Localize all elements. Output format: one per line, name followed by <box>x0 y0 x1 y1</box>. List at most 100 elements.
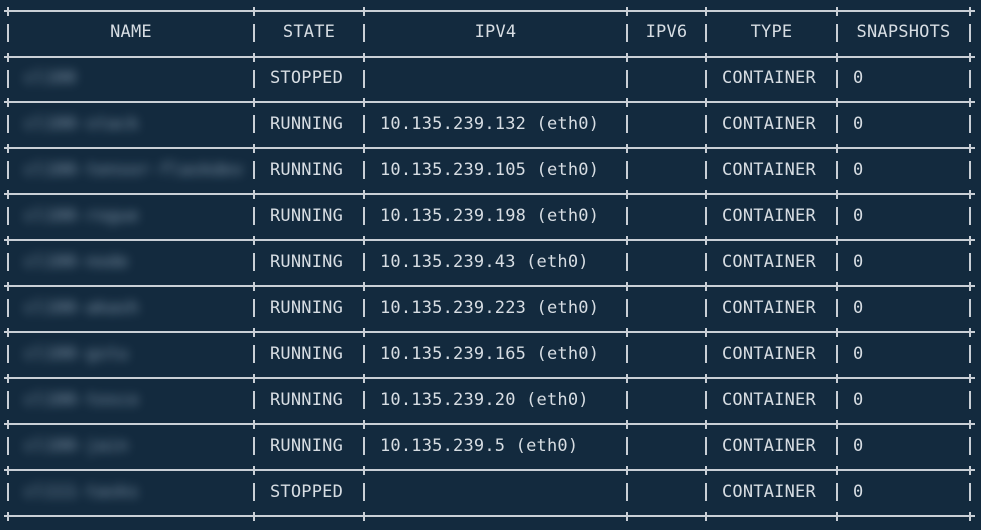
table-column-divider <box>705 391 707 409</box>
table-border-junction <box>623 328 632 337</box>
table-border-junction <box>250 190 259 199</box>
table-column-divider <box>363 299 365 317</box>
state-cell: RUNNING <box>270 114 344 134</box>
table-column-divider <box>969 70 971 88</box>
snapshots-cell: 0 <box>853 344 864 364</box>
table-border-junction <box>360 466 369 475</box>
table-border-junction <box>833 374 842 383</box>
table-column-divider <box>969 161 971 179</box>
table-column-divider <box>969 345 971 363</box>
ipv6-cell <box>643 297 702 319</box>
table-border-junction <box>702 98 711 107</box>
state-column-header: STATE <box>282 22 336 42</box>
type-cell: CONTAINER <box>722 482 816 502</box>
table-column-divider <box>705 24 707 42</box>
table-column-divider <box>836 345 838 363</box>
table-column-divider <box>626 345 628 363</box>
type-cell: CONTAINER <box>722 390 816 410</box>
table-border-junction <box>966 374 975 383</box>
table-column-divider <box>969 253 971 271</box>
table-border-junction <box>4 190 13 199</box>
table-column-divider <box>253 345 255 363</box>
name-cell: cl100-gstu <box>24 344 129 364</box>
table-border-junction <box>833 190 842 199</box>
table-column-divider <box>253 391 255 409</box>
name-column-header: NAME <box>110 22 152 42</box>
state-cell: RUNNING <box>270 252 344 272</box>
table-column-divider <box>253 161 255 179</box>
table-column-divider <box>969 299 971 317</box>
state-cell: STOPPED <box>270 68 344 88</box>
table-border-line <box>8 423 972 425</box>
snapshots-cell: 0 <box>853 482 864 502</box>
table-border-junction <box>833 7 842 16</box>
table-border-junction <box>623 282 632 291</box>
table-border-junction <box>623 236 632 245</box>
table-border-junction <box>623 53 632 62</box>
table-border-junction <box>360 328 369 337</box>
table-border-junction <box>623 512 632 521</box>
table-column-divider <box>253 253 255 271</box>
table-border-junction <box>250 53 259 62</box>
table-column-divider <box>836 207 838 225</box>
table-border-junction <box>702 420 711 429</box>
table-border-junction <box>4 420 13 429</box>
table-column-divider <box>253 483 255 501</box>
table-border-junction <box>360 282 369 291</box>
table-border-junction <box>250 98 259 107</box>
table-border-junction <box>702 328 711 337</box>
table-column-divider <box>705 70 707 88</box>
snapshots-cell: 0 <box>853 252 864 272</box>
table-column-divider <box>836 253 838 271</box>
table-column-divider <box>7 70 9 88</box>
table-border-junction <box>833 53 842 62</box>
table-border-junction <box>833 236 842 245</box>
table-border-junction <box>623 374 632 383</box>
state-cell: STOPPED <box>270 482 344 502</box>
snapshots-cell: 0 <box>853 68 864 88</box>
type-cell: CONTAINER <box>722 252 816 272</box>
table-column-divider <box>705 345 707 363</box>
table-column-divider <box>7 299 9 317</box>
table-column-divider <box>363 24 365 42</box>
table-column-divider <box>626 437 628 455</box>
table-border-junction <box>623 98 632 107</box>
ipv6-column-header: IPV6 <box>645 22 688 42</box>
table-column-divider <box>705 253 707 271</box>
table-border-junction <box>833 144 842 153</box>
table-column-divider <box>705 299 707 317</box>
table-border-junction <box>623 420 632 429</box>
table-border-junction <box>4 466 13 475</box>
ipv6-cell <box>643 67 702 89</box>
table-border-line <box>8 56 972 58</box>
table-column-divider <box>836 299 838 317</box>
ipv4-cell <box>380 481 623 503</box>
ipv6-cell <box>643 113 702 135</box>
state-cell: RUNNING <box>270 390 344 410</box>
table-column-divider <box>626 299 628 317</box>
table-border-line <box>8 331 972 333</box>
ipv6-cell <box>643 159 702 181</box>
table-border-junction <box>623 466 632 475</box>
state-cell: RUNNING <box>270 206 344 226</box>
table-border-junction <box>623 190 632 199</box>
table-border-junction <box>702 7 711 16</box>
table-border-junction <box>833 512 842 521</box>
table-column-divider <box>836 483 838 501</box>
type-cell: CONTAINER <box>722 114 816 134</box>
table-border-junction <box>4 98 13 107</box>
ipv4-column-header: IPV4 <box>474 22 517 42</box>
table-border-junction <box>966 98 975 107</box>
table-border-junction <box>702 512 711 521</box>
table-border-junction <box>250 420 259 429</box>
name-cell: cl111-tasks <box>24 482 139 502</box>
table-border-junction <box>702 190 711 199</box>
name-cell: cl100 <box>24 68 77 88</box>
table-border-junction <box>360 420 369 429</box>
state-cell: RUNNING <box>270 436 344 456</box>
table-column-divider <box>969 483 971 501</box>
table-column-divider <box>363 345 365 363</box>
table-border-line <box>8 377 972 379</box>
ipv6-cell <box>643 389 702 411</box>
table-column-divider <box>705 437 707 455</box>
